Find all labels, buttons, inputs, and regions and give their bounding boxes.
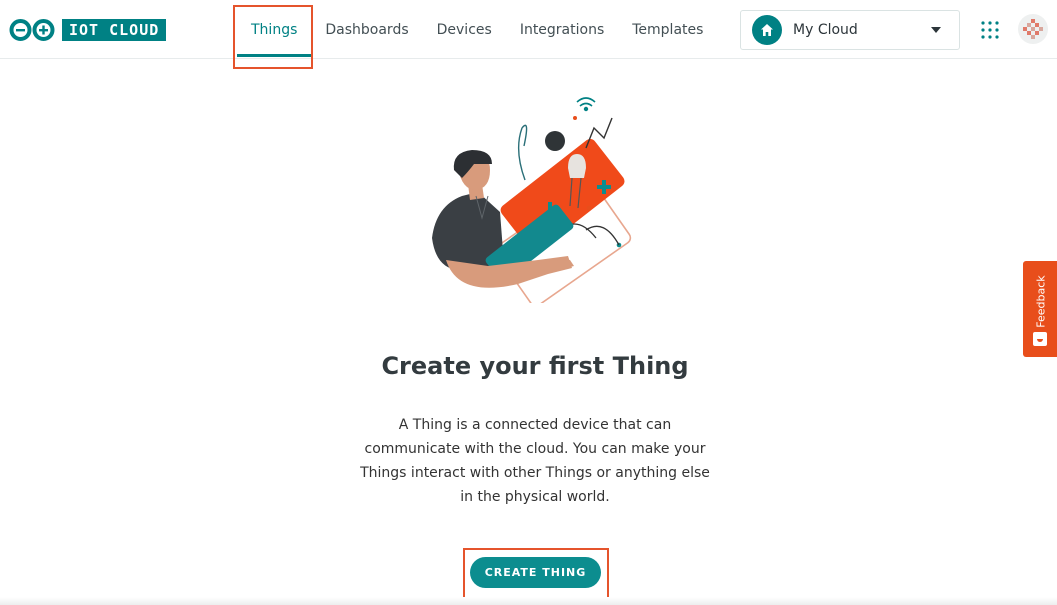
tab-things[interactable]: Things	[237, 0, 312, 58]
feedback-face-icon	[1033, 332, 1047, 346]
apps-grid-icon[interactable]	[980, 20, 1000, 40]
top-nav-bar: IOT CLOUD Things Dashboards Devices Inte…	[0, 0, 1057, 59]
thing-illustration	[432, 97, 632, 303]
space-selector-label: My Cloud	[793, 22, 858, 38]
feedback-label: Feedback	[1034, 275, 1048, 328]
empty-state-description: A Thing is a connected device that can c…	[360, 417, 710, 505]
tab-devices[interactable]: Devices	[423, 0, 506, 58]
arduino-logo[interactable]: IOT CLOUD	[8, 18, 167, 42]
space-selector[interactable]: My Cloud	[740, 10, 960, 50]
empty-state-title: Create your first Thing	[381, 352, 689, 380]
tab-integrations[interactable]: Integrations	[506, 0, 618, 58]
home-icon	[752, 15, 782, 45]
bottom-shadow	[0, 597, 1057, 605]
logo-text: IOT CLOUD	[62, 19, 167, 41]
create-thing-button[interactable]: CREATE THING	[470, 557, 601, 588]
user-avatar[interactable]	[1018, 14, 1048, 44]
main-nav: Things Dashboards Devices Integrations T…	[237, 0, 717, 58]
tab-templates[interactable]: Templates	[618, 0, 717, 58]
tab-dashboards[interactable]: Dashboards	[311, 0, 422, 58]
caret-down-icon	[931, 27, 941, 33]
arduino-infinity-icon	[9, 19, 55, 41]
wifi-icon	[576, 97, 596, 112]
feedback-tab[interactable]: Feedback	[1023, 261, 1057, 357]
